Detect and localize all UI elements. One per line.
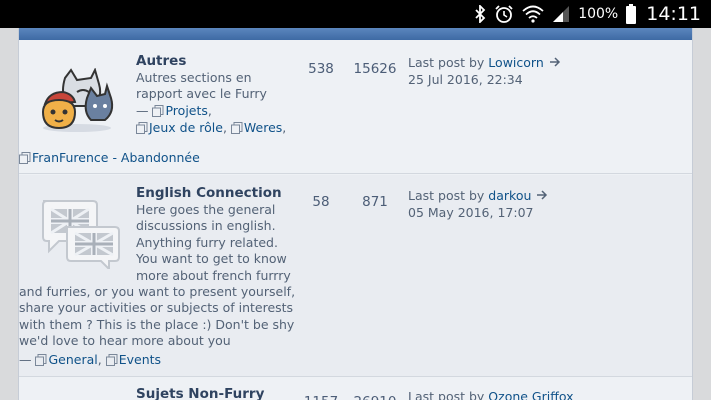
last-post-author-link[interactable]: darkou	[488, 188, 531, 203]
description-line: Anything furry related.	[136, 234, 278, 250]
subforum-icon	[35, 354, 47, 370]
signal-icon	[552, 5, 570, 23]
posts-count: 26910	[345, 394, 405, 400]
cats-icon[interactable]	[37, 67, 117, 138]
last-post-date: 25 Jul 2016, 22:34	[408, 72, 523, 87]
subforum-icon	[19, 152, 31, 168]
forum-description: Here goes the general discussions in eng…	[136, 202, 291, 284]
subforum-link-projets[interactable]: Projets	[165, 103, 207, 118]
last-post-date: 05 May 2016, 17:07	[408, 205, 534, 220]
wifi-icon	[522, 5, 544, 23]
clock: 14:11	[646, 3, 701, 25]
topics-count: 1157	[291, 394, 351, 400]
uk-flag-chat-icon[interactable]	[39, 197, 121, 273]
subforums: Jeux de rôle, Weres,	[136, 120, 286, 138]
last-post-label: Last post by	[408, 389, 485, 400]
forum-title[interactable]: English Connection	[136, 185, 282, 201]
subforums: — Projets,	[136, 103, 212, 121]
forum-description-continued: and furries, or you want to present your…	[19, 284, 295, 350]
forum-row: Sujets Non-Furry 1157 26910 Last post by…	[19, 378, 692, 400]
forum-description: Autres sections en rapport avec le Furry	[136, 70, 296, 103]
topics-count: 58	[312, 194, 330, 210]
last-post: Last post by Ozone Griffox	[408, 388, 574, 400]
forum-list-header	[19, 28, 692, 40]
description-line: we'd love to hear more about you	[19, 333, 231, 349]
subforum-icon	[105, 354, 118, 370]
subforums: FranFurence - Abandonnée	[19, 150, 200, 168]
description-line: with them ? This is the place :) Don't b…	[19, 316, 295, 332]
last-post-label: Last post by	[408, 55, 485, 70]
goto-last-post-icon[interactable]	[537, 187, 548, 204]
status-bar: 100% 14:11	[0, 0, 711, 28]
description-line: discussions in english.	[136, 218, 276, 234]
forum-row: Autres Autres sections en rapport avec l…	[19, 40, 692, 174]
last-post-author-link[interactable]: Lowicorn	[488, 55, 543, 70]
goto-last-post-icon[interactable]	[549, 54, 561, 71]
subforum-icon	[136, 122, 148, 138]
subforum-link-events[interactable]: Events	[119, 352, 161, 367]
last-post-label: Last post by	[408, 188, 485, 203]
subforums-prefix: —	[19, 352, 32, 367]
last-post-author-link[interactable]: Ozone Griffox	[488, 389, 573, 400]
description-line: Here goes the general	[136, 202, 276, 217]
battery-icon	[626, 4, 637, 24]
forum-title[interactable]: Autres	[136, 53, 186, 69]
description-line: more about french furrry	[136, 267, 291, 283]
description-line: You want to get to know	[136, 251, 287, 267]
subforum-icon	[152, 105, 164, 121]
subforum-link-franfurence[interactable]: FranFurence - Abandonnée	[32, 150, 200, 165]
last-post: Last post by Lowicorn 25 Jul 2016, 22:34	[408, 54, 561, 88]
forum-row: English Connection Here goes the general…	[19, 175, 692, 377]
forum-title[interactable]: Sujets Non-Furry	[136, 386, 264, 400]
subforum-link-weres[interactable]: Weres	[244, 120, 282, 135]
last-post: Last post by darkou 05 May 2016, 17:07	[408, 187, 548, 221]
subforums: — General, Events	[19, 352, 161, 370]
subforum-link-jeux-de-role[interactable]: Jeux de rôle	[149, 120, 223, 135]
posts-count: 15626	[353, 61, 397, 77]
description-line: share your activities or subjects of int…	[19, 300, 294, 316]
forum-list: Autres Autres sections en rapport avec l…	[18, 28, 693, 400]
bluetooth-icon	[474, 5, 486, 23]
battery-level: 100%	[578, 6, 619, 22]
alarm-icon	[494, 4, 514, 24]
subforum-link-general[interactable]: General	[48, 352, 97, 367]
topics-count: 538	[308, 61, 334, 77]
forum-description-text: Autres sections en rapport avec le Furry	[136, 70, 267, 102]
posts-count: 871	[362, 194, 388, 210]
subforums-prefix: —	[136, 103, 149, 118]
description-line: and furries, or you want to present your…	[19, 284, 296, 299]
subforum-icon	[230, 122, 243, 138]
